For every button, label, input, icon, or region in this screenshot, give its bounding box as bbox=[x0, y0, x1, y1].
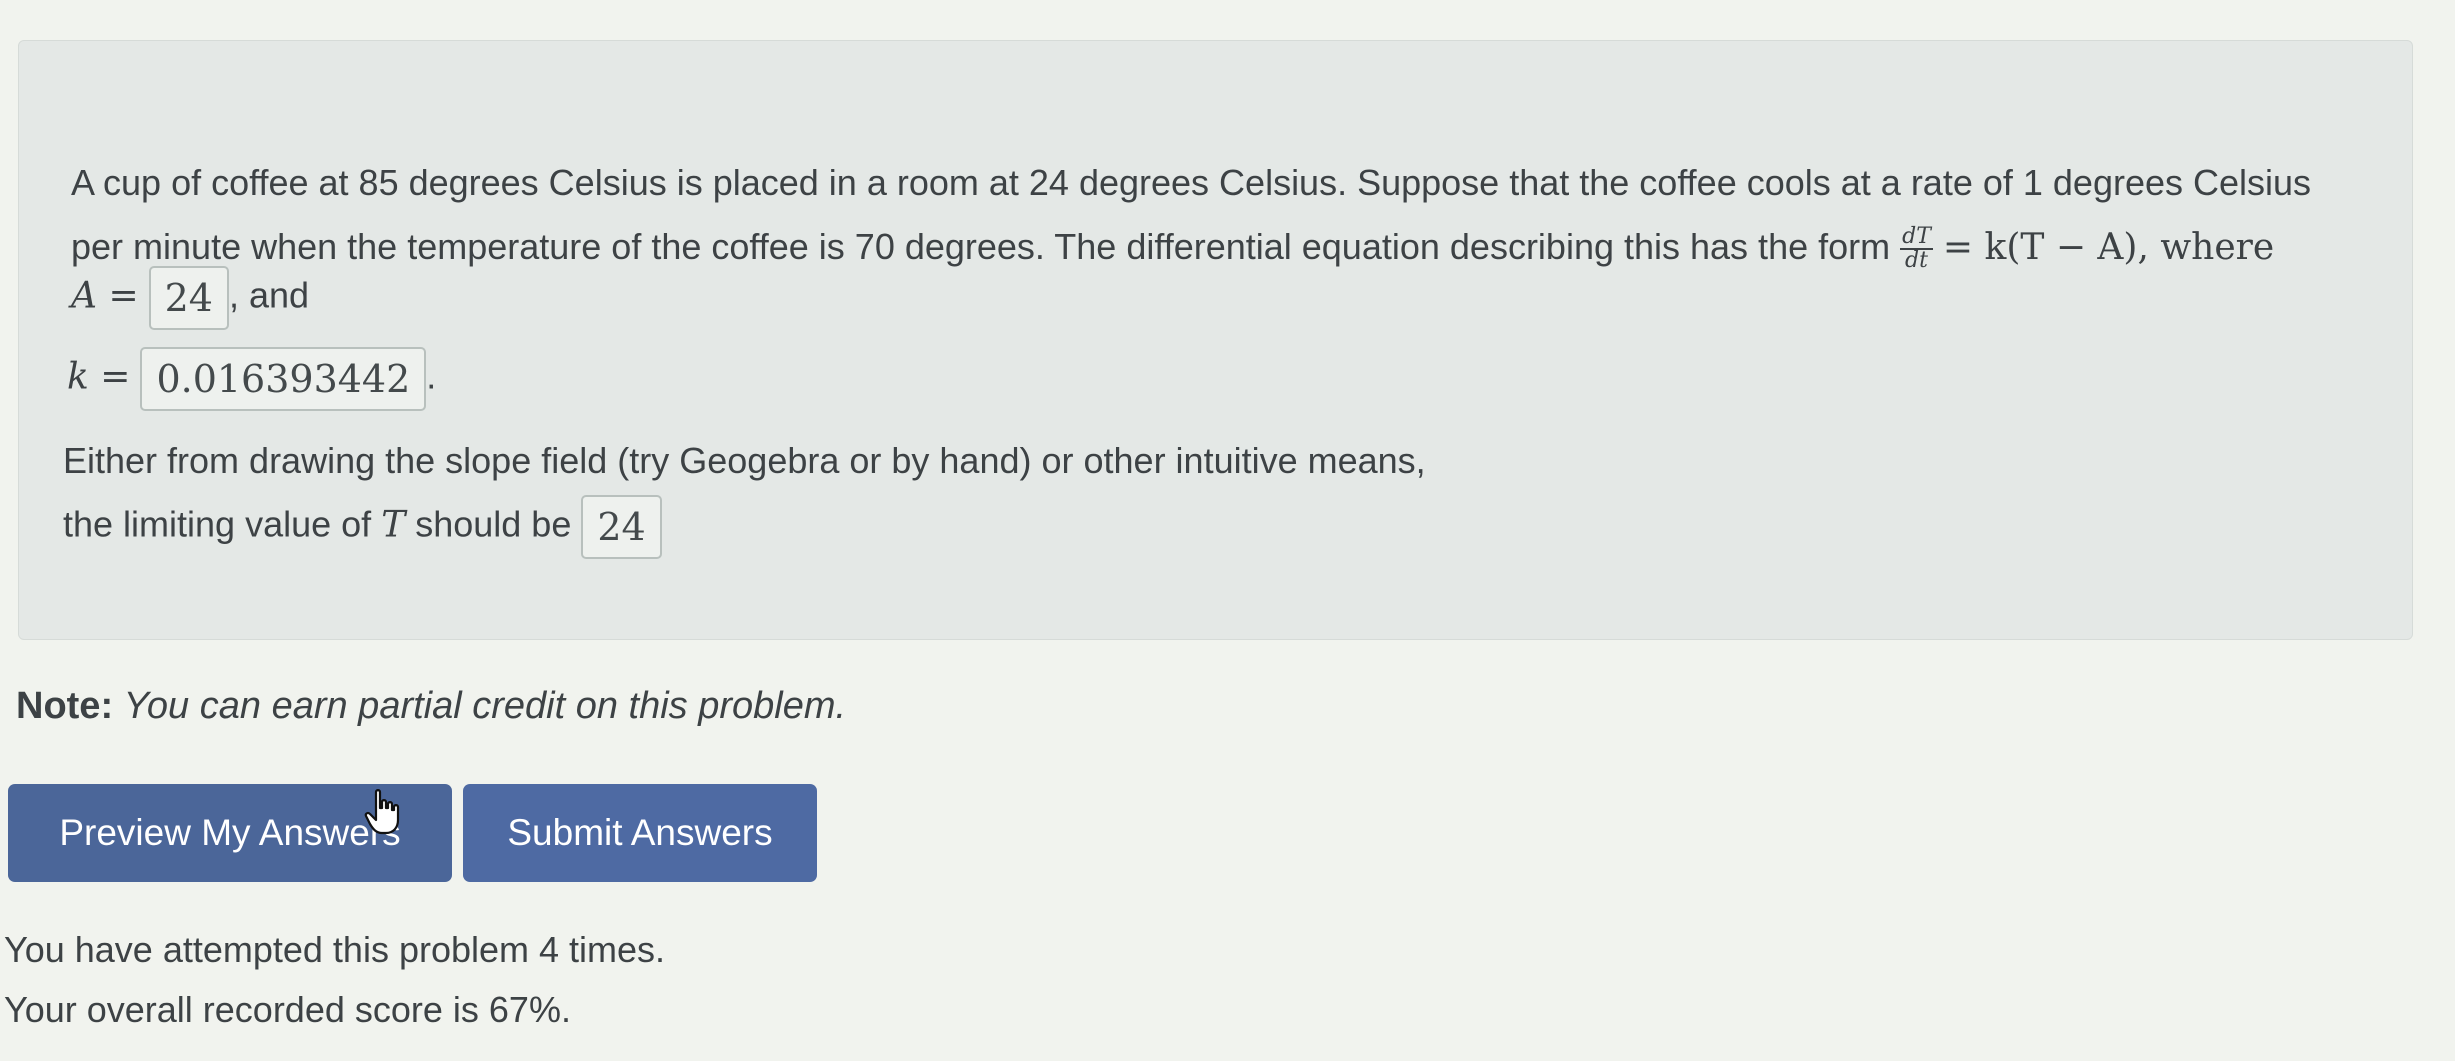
partial-credit-note: Note: You can earn partial credit on thi… bbox=[16, 684, 846, 728]
k-label: k = bbox=[67, 356, 131, 398]
limit-text-suffix: should be bbox=[415, 503, 572, 545]
k-answer-field[interactable]: 0.016393442 bbox=[140, 347, 427, 411]
derivative-numerator: dT bbox=[1900, 224, 1933, 251]
limit-text-prefix: the limiting value of bbox=[63, 503, 372, 545]
note-text: You can earn partial credit on this prob… bbox=[123, 685, 847, 727]
k-answer-row: k = 0.016393442. bbox=[67, 347, 436, 411]
k-suffix: . bbox=[426, 355, 437, 397]
hand-pointer-icon bbox=[364, 789, 400, 835]
problem-text-line-2: per minute when the temperature of the c… bbox=[71, 225, 2274, 272]
problem-box: A cup of coffee at 85 degrees Celsius is… bbox=[18, 40, 2413, 640]
equation-rhs: = k(T − A), where bbox=[1942, 227, 2275, 268]
a-suffix: , and bbox=[228, 274, 310, 316]
score-status: Your overall recorded score is 67%. bbox=[4, 989, 571, 1030]
limit-answer-field[interactable]: 24 bbox=[581, 495, 662, 559]
limit-text-line-1: Either from drawing the slope field (try… bbox=[63, 440, 1426, 481]
derivative-fraction: dT dt bbox=[1900, 226, 1933, 272]
note-label: Note: bbox=[16, 685, 114, 727]
derivative-denominator: dt bbox=[1905, 248, 1928, 274]
problem-text-line-2-text: per minute when the temperature of the c… bbox=[71, 226, 1891, 267]
limit-variable: T bbox=[381, 504, 406, 546]
attempts-status: You have attempted this problem 4 times. bbox=[4, 929, 666, 970]
a-answer-row: A = 24, and bbox=[71, 266, 309, 330]
limit-answer-row: the limiting value of T should be 24 bbox=[63, 495, 662, 559]
problem-text-line-1: A cup of coffee at 85 degrees Celsius is… bbox=[71, 162, 2312, 203]
submit-answers-button[interactable]: Submit Answers bbox=[463, 784, 817, 882]
a-answer-field[interactable]: 24 bbox=[148, 266, 229, 330]
a-label: A = bbox=[71, 275, 139, 317]
